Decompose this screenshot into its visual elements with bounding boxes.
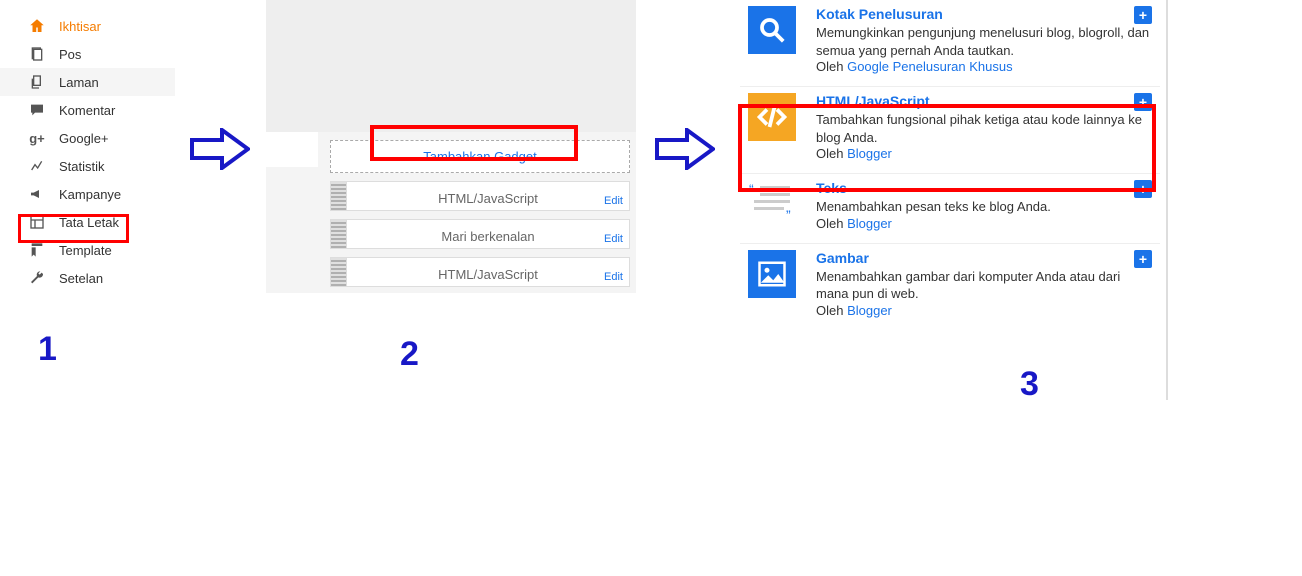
layout-preview bbox=[266, 0, 636, 132]
sidebar-item-label: Setelan bbox=[59, 271, 103, 286]
highlight-sidebar-tataletak bbox=[18, 214, 129, 243]
gadget-desc: Menambahkan pesan teks ke blog Anda. bbox=[816, 198, 1152, 216]
gadget-by: Oleh Google Penelusuran Khusus bbox=[816, 59, 1152, 74]
google-plus-icon: g+ bbox=[28, 129, 46, 147]
gadget-item-search: Kotak Penelusuran Memungkinkan pengunjun… bbox=[740, 0, 1160, 87]
gadget-author-link[interactable]: Blogger bbox=[847, 216, 892, 231]
document-icon bbox=[28, 45, 46, 63]
add-button[interactable]: + bbox=[1134, 6, 1152, 24]
wrench-icon bbox=[28, 269, 46, 287]
widget-box: HTML/JavaScript Edit bbox=[347, 181, 630, 211]
gadget-by: Oleh Blogger bbox=[816, 303, 1152, 318]
sidebar: Ikhtisar Pos Laman Komentar g+ Google+ S… bbox=[0, 0, 175, 576]
widget-title: Mari berkenalan bbox=[355, 229, 621, 244]
search-icon bbox=[748, 6, 796, 54]
gadget-by: Oleh Blogger bbox=[816, 216, 1152, 231]
widget-row: HTML/JavaScript Edit bbox=[330, 181, 630, 211]
copy-icon bbox=[28, 73, 46, 91]
sidebar-item-label: Komentar bbox=[59, 103, 115, 118]
arrow-icon bbox=[190, 128, 250, 173]
widget-row: HTML/JavaScript Edit bbox=[330, 257, 630, 287]
image-icon bbox=[748, 250, 796, 298]
widget-title: HTML/JavaScript bbox=[355, 267, 621, 282]
sidebar-item-komentar[interactable]: Komentar bbox=[0, 96, 175, 124]
svg-text:”: ” bbox=[786, 207, 791, 223]
sidebar-item-label: Statistik bbox=[59, 159, 105, 174]
arrow-icon bbox=[655, 128, 715, 173]
gadget-title[interactable]: Kotak Penelusuran bbox=[816, 6, 1152, 22]
gadget-desc: Memungkinkan pengunjung menelusuri blog,… bbox=[816, 24, 1152, 59]
step-number: 1 bbox=[38, 330, 57, 369]
highlight-add-gadget bbox=[370, 125, 578, 161]
comment-icon bbox=[28, 101, 46, 119]
sidebar-item-label: Kampanye bbox=[59, 187, 121, 202]
widget-row: Mari berkenalan Edit bbox=[330, 219, 630, 249]
edit-link[interactable]: Edit bbox=[604, 195, 623, 207]
step-number: 3 bbox=[1020, 365, 1039, 404]
sidebar-item-google[interactable]: g+ Google+ bbox=[0, 124, 175, 152]
scrollbar[interactable] bbox=[1166, 0, 1168, 400]
add-button[interactable]: + bbox=[1134, 250, 1152, 268]
gadget-item-gambar: Gambar Menambahkan gambar dari komputer … bbox=[740, 244, 1160, 330]
widget-box: HTML/JavaScript Edit bbox=[347, 257, 630, 287]
sidebar-item-label: Laman bbox=[59, 75, 99, 90]
edit-link[interactable]: Edit bbox=[604, 233, 623, 245]
sidebar-item-setelan[interactable]: Setelan bbox=[0, 264, 175, 292]
template-icon bbox=[28, 241, 46, 259]
chart-icon bbox=[28, 157, 46, 175]
highlight-gadget-html bbox=[738, 104, 1156, 192]
megaphone-icon bbox=[28, 185, 46, 203]
sidebar-item-pos[interactable]: Pos bbox=[0, 40, 175, 68]
widget-title: HTML/JavaScript bbox=[355, 191, 621, 206]
drag-handle-icon[interactable] bbox=[330, 219, 347, 249]
sidebar-item-kampanye[interactable]: Kampanye bbox=[0, 180, 175, 208]
sidebar-item-ikhtisar[interactable]: Ikhtisar bbox=[0, 12, 175, 40]
step-number: 2 bbox=[400, 335, 419, 374]
sidebar-item-label: Google+ bbox=[59, 131, 109, 146]
edit-link[interactable]: Edit bbox=[604, 271, 623, 283]
drag-handle-icon[interactable] bbox=[330, 257, 347, 287]
drag-handle-icon[interactable] bbox=[330, 181, 347, 211]
sidebar-item-statistik[interactable]: Statistik bbox=[0, 152, 175, 180]
sidebar-item-label: Pos bbox=[59, 47, 81, 62]
sidebar-item-label: Ikhtisar bbox=[59, 19, 101, 34]
gadget-author-link[interactable]: Google Penelusuran Khusus bbox=[847, 59, 1013, 74]
sidebar-item-label: Template bbox=[59, 243, 112, 258]
gadget-desc: Menambahkan gambar dari komputer Anda at… bbox=[816, 268, 1152, 303]
home-icon bbox=[28, 17, 46, 35]
layout-corner bbox=[266, 132, 318, 167]
gadget-title[interactable]: Gambar bbox=[816, 250, 1152, 266]
sidebar-item-laman[interactable]: Laman bbox=[0, 68, 175, 96]
gadget-author-link[interactable]: Blogger bbox=[847, 303, 892, 318]
widget-box: Mari berkenalan Edit bbox=[347, 219, 630, 249]
